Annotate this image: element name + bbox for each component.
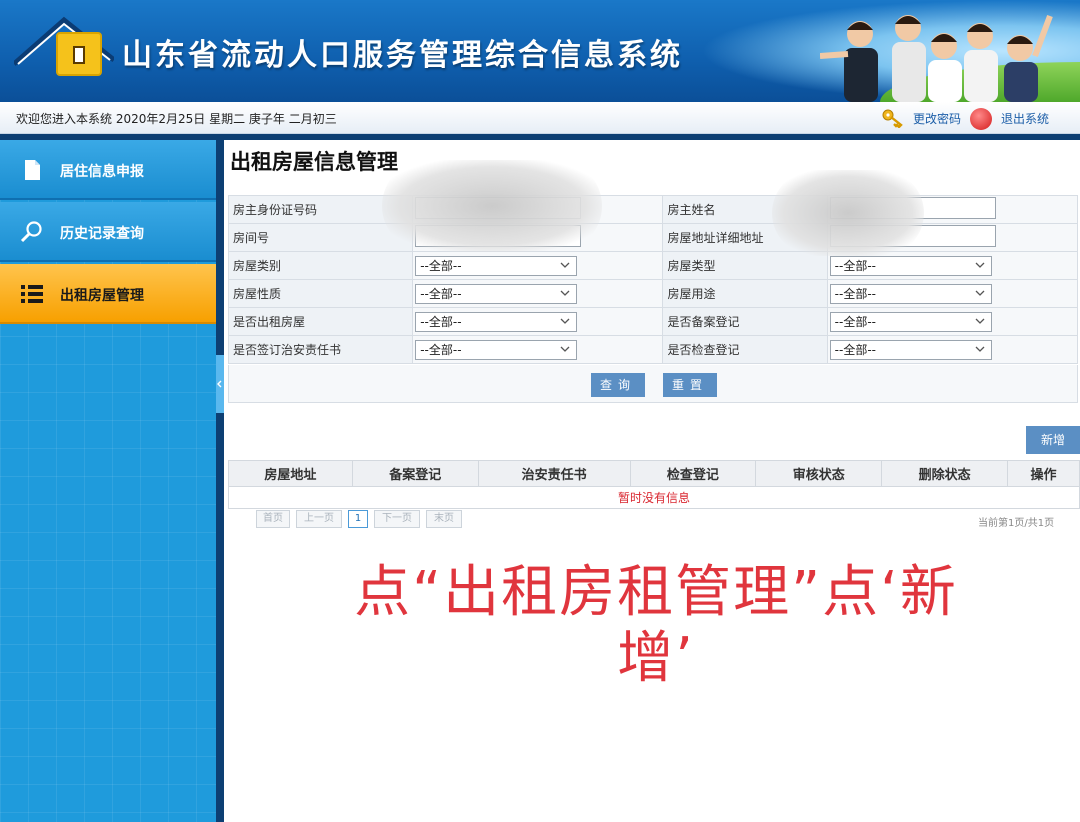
reset-button[interactable]: 重置 [663,373,717,397]
house-usage-cell: --全部-- [826,279,1079,308]
chevron-down-icon [560,290,570,296]
chevron-down-icon [560,262,570,268]
redaction-blur [382,160,602,252]
column-header: 检查登记 [629,460,757,487]
chevron-down-icon [975,262,985,268]
welcome-bar: 欢迎您进入本系统 2020年2月25日 星期二 庚子年 二月初三 更改密码 退出… [0,102,1080,134]
last-page-button[interactable]: 末页 [426,510,462,528]
house-type-label: 房屋类型 [662,251,828,280]
change-password-link[interactable]: 更改密码 [913,110,961,127]
column-header: 操作 [1007,460,1080,487]
select-value: --全部-- [834,314,876,329]
select-value: --全部-- [834,286,876,301]
chevron-down-icon [975,290,985,296]
sidebar-item-residence-report[interactable]: 居住信息申报 [0,140,216,200]
app-title: 山东省流动人口服务管理综合信息系统 [122,38,683,73]
chevron-down-icon [975,318,985,324]
instruction-line: 点“出租房租管理”点‘新 [354,560,958,625]
house-type-select[interactable]: --全部-- [829,255,992,276]
column-header: 备案登记 [351,460,479,487]
is-filed-label: 是否备案登记 [662,307,828,336]
house-nature-label: 房屋性质 [227,279,414,308]
is-rental-cell: --全部-- [412,307,664,336]
search-form: 房主身份证号码 房主姓名 房间号 房屋地址详细地址 房屋类别 --全部-- 房屋… [227,195,1079,364]
welcome-text: 欢迎您进入本系统 2020年2月25日 星期二 庚子年 二月初三 [16,112,337,126]
page-title: 出租房屋信息管理 [230,150,398,174]
sidebar: 居住信息申报 历史记录查询 出租房屋管理 [0,140,216,822]
table-row: 暂时没有信息 [228,486,1080,509]
house-category-label: 房屋类别 [227,251,414,280]
house-nature-cell: --全部-- [412,279,664,308]
select-value: --全部-- [420,314,462,329]
select-value: --全部-- [834,258,876,273]
is-inspected-label: 是否检查登记 [662,335,828,364]
sidebar-item-history-query[interactable]: 历史记录查询 [0,202,216,262]
redaction-blur [772,170,924,256]
next-page-button[interactable]: 下一页 [374,510,420,528]
people-illustration [820,14,1053,102]
column-header: 房屋地址 [228,460,353,487]
prev-page-button[interactable]: 上一页 [296,510,342,528]
document-icon [25,160,40,180]
is-security-select[interactable]: --全部-- [415,339,578,360]
search-icon [20,221,42,243]
current-page-button[interactable]: 1 [348,510,368,528]
collapse-sidebar-handle[interactable] [216,355,224,413]
exit-icon[interactable] [970,108,992,130]
column-header: 删除状态 [881,460,1009,487]
is-security-label: 是否签订治安责任书 [227,335,414,364]
add-button[interactable]: 新增 [1026,426,1080,454]
is-rental-select[interactable]: --全部-- [415,311,578,332]
main-content: 出租房屋信息管理 房主身份证号码 房主姓名 房间号 房屋地址详细地址 房屋类别 … [226,140,1080,822]
table-header-row: 房屋地址 备案登记 治安责任书 检查登记 审核状态 删除状态 操作 [228,460,1080,487]
page-info: 当前第1页/共1页 [978,518,1055,529]
house-category-select[interactable]: --全部-- [415,255,578,276]
sidebar-item-label: 历史记录查询 [60,226,144,242]
chevron-down-icon [560,346,570,352]
sidebar-item-rental-management[interactable]: 出租房屋管理 [0,264,216,324]
is-inspected-cell: --全部-- [826,335,1079,364]
key-icon [882,109,903,128]
results-table: 房屋地址 备案登记 治安责任书 检查登记 审核状态 删除状态 操作 暂时没有信息 [228,460,1080,509]
form-button-row: 查询 重置 [228,365,1078,403]
column-header: 审核状态 [755,460,883,487]
select-value: --全部-- [834,342,876,357]
is-filed-cell: --全部-- [826,307,1079,336]
is-filed-select[interactable]: --全部-- [829,311,992,332]
instruction-line: 增’ [617,626,695,691]
sidebar-splitter [216,140,224,822]
select-value: --全部-- [420,286,462,301]
app-header: 山东省流动人口服务管理综合信息系统 [0,0,1080,102]
is-inspected-select[interactable]: --全部-- [829,339,992,360]
house-nature-select[interactable]: --全部-- [415,283,578,304]
select-value: --全部-- [420,342,462,357]
instruction-overlay: 点“出租房租管理”点‘新 增’ [266,560,1046,692]
chevron-left-icon [217,380,222,388]
is-rental-label: 是否出租房屋 [227,307,414,336]
logo-icon [56,32,102,76]
empty-message: 暂时没有信息 [228,486,1080,509]
house-usage-label: 房屋用途 [662,279,828,308]
chevron-down-icon [975,346,985,352]
room-no-label: 房间号 [227,223,414,252]
house-category-cell: --全部-- [412,251,664,280]
exit-system-link[interactable]: 退出系统 [1001,110,1049,127]
column-header: 治安责任书 [477,460,631,487]
sidebar-item-label: 出租房屋管理 [60,288,144,304]
list-icon [21,285,43,303]
chevron-down-icon [560,318,570,324]
is-security-cell: --全部-- [412,335,664,364]
house-usage-select[interactable]: --全部-- [829,283,992,304]
select-value: --全部-- [420,258,462,273]
first-page-button[interactable]: 首页 [256,510,290,528]
sidebar-item-label: 居住信息申报 [60,164,144,180]
query-button[interactable]: 查询 [591,373,645,397]
